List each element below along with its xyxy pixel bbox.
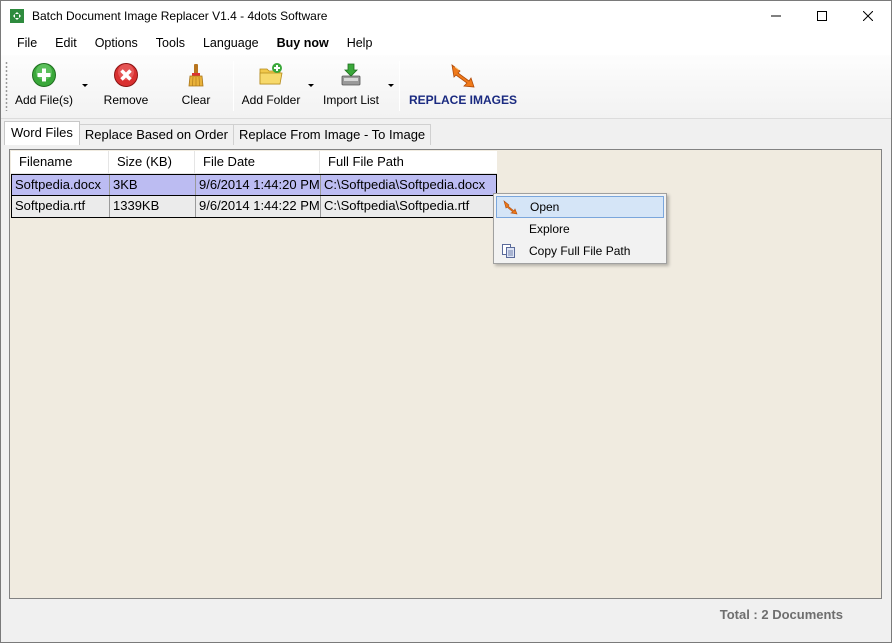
replace-images-label: REPLACE IMAGES [409,93,518,107]
cell-full-path: C:\Softpedia\Softpedia.docx [324,177,486,192]
context-menu-explore[interactable]: Explore [496,218,664,240]
maximize-icon [817,11,827,21]
broom-icon [188,64,204,87]
cell-filename: Softpedia.docx [12,175,110,195]
import-list-dropdown-icon[interactable] [387,81,395,89]
tab-replace-based-on-order[interactable]: Replace Based on Order [78,124,234,145]
remove-red-icon [114,63,138,87]
maximize-button[interactable] [799,1,845,31]
copy-icon [502,244,515,258]
close-button[interactable] [845,1,891,31]
menu-bar: File Edit Options Tools Language Buy now… [1,31,891,55]
context-menu-copy-path[interactable]: Copy Full File Path [496,240,664,262]
file-list: Filename Size (KB) File Date Full File P… [11,151,497,218]
clear-button[interactable]: Clear [173,61,219,113]
menu-options[interactable]: Options [86,31,147,55]
cell-file-date: 9/6/2014 1:44:20 PM [196,175,321,195]
column-header-file-date[interactable]: File Date [195,151,320,173]
replace-arrow-icon [451,64,475,88]
add-files-button[interactable]: Add File(s) [13,61,75,113]
cell-filename: Softpedia.rtf [12,196,110,217]
toolbar-grip[interactable] [5,61,8,111]
add-files-dropdown-icon[interactable] [81,81,89,89]
import-list-icon [341,63,361,86]
import-list-label: Import List [322,93,379,107]
context-menu-open-label: Open [530,200,560,214]
cell-size: 1339KB [110,196,196,217]
menu-file[interactable]: File [8,31,46,55]
add-folder-label: Add Folder [241,93,301,107]
tab-replace-from-image-to-image[interactable]: Replace From Image - To Image [232,124,432,145]
window-title: Batch Document Image Replacer V1.4 - 4do… [32,9,328,23]
add-folder-dropdown-icon[interactable] [307,81,315,89]
menu-tools[interactable]: Tools [147,31,194,55]
status-total-documents: Total : 2 Documents [719,607,843,622]
toolbar-separator [233,61,234,111]
app-window: Batch Document Image Replacer V1.4 - 4do… [0,0,892,643]
menu-buy-now[interactable]: Buy now [268,31,338,55]
clear-label: Clear [181,93,211,107]
add-folder-button[interactable]: Add Folder [239,61,303,113]
minimize-button[interactable] [753,1,799,31]
file-list-panel[interactable]: Filename Size (KB) File Date Full File P… [9,149,882,599]
context-menu-explore-label: Explore [529,222,570,236]
column-header-size[interactable]: Size (KB) [109,151,195,173]
context-menu-open[interactable]: Open [496,196,664,218]
title-bar: Batch Document Image Replacer V1.4 - 4do… [1,1,891,31]
context-menu-copy-path-label: Copy Full File Path [529,244,631,258]
menu-help[interactable]: Help [338,31,382,55]
add-green-icon [32,63,56,87]
close-icon [863,11,873,21]
context-menu: Open Explore Copy Full File Path [493,193,667,264]
open-arrow-icon [503,200,518,215]
column-header-filename[interactable]: Filename [11,151,109,173]
menu-language[interactable]: Language [194,31,268,55]
replace-images-button[interactable]: REPLACE IMAGES [409,61,518,113]
add-files-label: Add File(s) [14,93,73,107]
cell-full-path: C:\Softpedia\Softpedia.rtf [324,198,470,213]
cell-file-date: 9/6/2014 1:44:22 PM [196,196,321,217]
import-list-button[interactable]: Import List [319,61,383,113]
remove-label: Remove [103,93,149,107]
tab-strip: Word Files Replace Based on Order Replac… [4,121,432,145]
table-row[interactable]: Softpedia.rtf 1339KB 9/6/2014 1:44:22 PM… [11,196,497,218]
cell-size: 3KB [110,175,196,195]
column-header-full-path[interactable]: Full File Path [320,151,497,173]
minimize-icon [771,15,781,17]
add-folder-icon [259,63,283,85]
remove-button[interactable]: Remove [101,61,151,113]
toolbar-separator [399,61,400,111]
list-header: Filename Size (KB) File Date Full File P… [11,151,497,174]
app-icon [10,9,24,23]
tab-word-files[interactable]: Word Files [4,121,80,145]
window-controls [753,1,891,31]
toolbar: Add File(s) Remove Clear Add Folder Impo… [1,55,891,119]
menu-edit[interactable]: Edit [46,31,86,55]
table-row[interactable]: Softpedia.docx 3KB 9/6/2014 1:44:20 PM C… [11,174,497,196]
